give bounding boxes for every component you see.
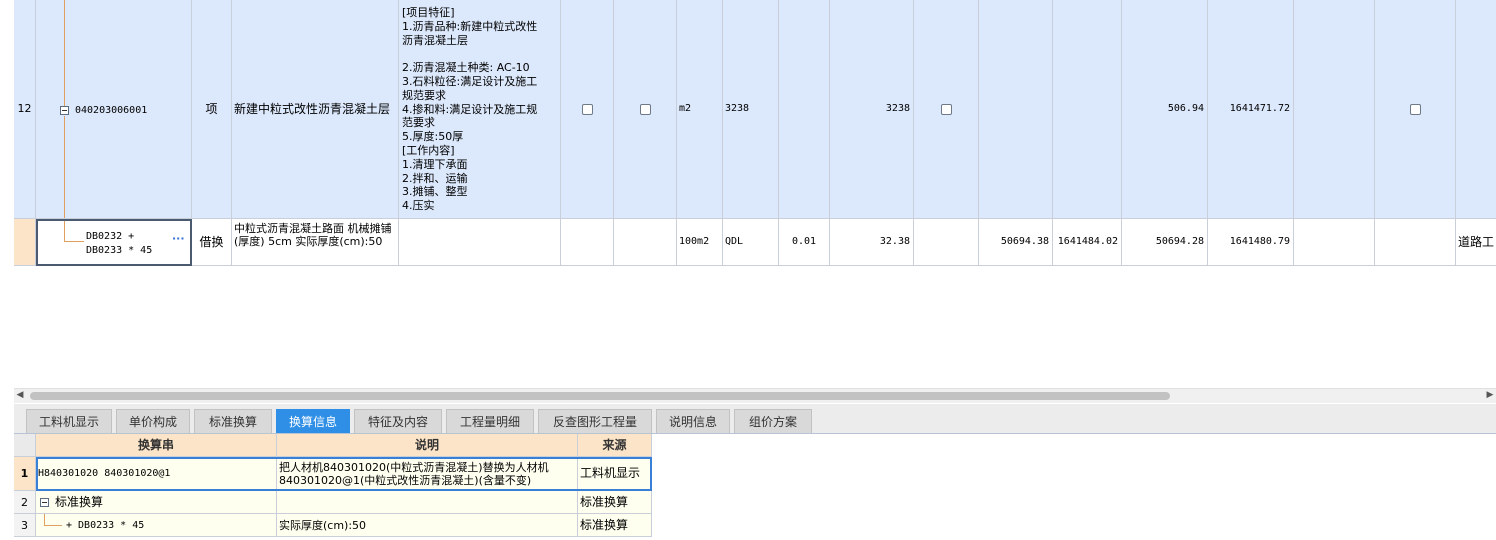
item-code: 040203006001	[75, 105, 148, 116]
collapse-icon[interactable]	[60, 106, 69, 115]
sub-conversion: + DB0233 * 45	[66, 519, 145, 531]
price-cell: 50694.38	[979, 219, 1053, 266]
conversion-desc[interactable]: 实际厚度(cm):50	[277, 514, 578, 537]
conversion-string[interactable]: H840301020 840301020@1	[36, 457, 277, 491]
conversion-source[interactable]: 标准换算	[578, 491, 652, 514]
feature-line: 1.清理下承面	[402, 157, 468, 171]
feature-line: 规范要求	[402, 88, 446, 102]
collapse-icon[interactable]	[40, 497, 49, 507]
name-cell[interactable]: 新建中粒式改性沥青混凝土层	[232, 0, 399, 219]
features-cell[interactable]	[399, 219, 561, 266]
tab-standard-conversion[interactable]: 标准换算	[194, 409, 272, 433]
row-number	[14, 219, 36, 266]
conversion-grid: 换算串 说明 来源 1 H840301020 840301020@1 把人材机8…	[14, 434, 654, 540]
feature-line: 2.沥青混凝土种类: AC-10	[402, 61, 530, 75]
profession-cell: 道路工	[1456, 219, 1496, 266]
total-cell	[1053, 0, 1122, 219]
horizontal-scrollbar[interactable]: ◀ ▶	[14, 388, 1496, 403]
conversion-source[interactable]: 标准换算	[578, 514, 652, 537]
category-cell: 借换	[192, 219, 232, 266]
scroll-left-icon[interactable]: ◀	[14, 390, 26, 400]
category-cell: 项	[192, 0, 232, 219]
features-list: [项目特征] 1.沥青品种:新建中粒式改性 沥青混凝土层 2.沥青混凝土种类: AC-…	[402, 6, 560, 213]
feature-line: [项目特征]	[402, 6, 455, 19]
code-cell[interactable]: 040203006001	[36, 0, 192, 219]
code-line-2: DB0233 * 45	[86, 245, 153, 256]
content-cell[interactable]	[779, 0, 830, 219]
total-price-cell: 1641480.79	[1208, 219, 1294, 266]
row-number: 2	[14, 491, 36, 514]
tab-reverse-lookup[interactable]: 反查图形工程量	[538, 409, 652, 433]
scrollbar-thumb[interactable]	[30, 392, 1170, 400]
tab-pricing-plan[interactable]: 组价方案	[734, 409, 812, 433]
features-cell[interactable]: [项目特征] 1.沥青品种:新建中粒式改性 沥青混凝土层 2.沥青混凝土种类: AC-…	[399, 0, 561, 219]
empty-cell	[561, 219, 614, 266]
unit-price-cell: 506.94	[1122, 0, 1208, 219]
group-label: 标准换算	[55, 494, 104, 509]
unit-cell[interactable]: 100m2	[677, 219, 723, 266]
empty-cell	[914, 219, 979, 266]
total-price-cell: 1641471.72	[1208, 0, 1294, 219]
checkbox-cell[interactable]	[1375, 0, 1456, 219]
quantity-expr-cell[interactable]: QDL	[723, 219, 779, 266]
checkbox[interactable]	[1409, 103, 1421, 115]
project-grid: 12 040203006001 项 新建中粒式改性沥青混凝土层 [项目特征] 1.…	[0, 0, 1496, 388]
conversion-string[interactable]: 标准换算	[36, 491, 277, 514]
column-header-string: 换算串	[36, 434, 277, 457]
tab-features[interactable]: 特征及内容	[354, 409, 442, 433]
empty-cell	[1294, 0, 1375, 219]
empty-cell	[1375, 219, 1456, 266]
column-header-desc: 说明	[277, 434, 578, 457]
quantity-cell[interactable]: 32.38	[830, 219, 914, 266]
unit-price-cell: 50694.28	[1122, 219, 1208, 266]
conversion-string[interactable]: + DB0233 * 45	[36, 514, 277, 537]
checkbox[interactable]	[639, 103, 651, 115]
feature-line: 1.沥青品种:新建中粒式改性	[402, 19, 538, 33]
tab-labor-material[interactable]: 工料机显示	[26, 409, 112, 433]
quantity-expr-cell[interactable]: 3238	[723, 0, 779, 219]
feature-line: [工作内容]	[402, 143, 455, 157]
tab-unit-price[interactable]: 单价构成	[116, 409, 190, 433]
total-cell: 1641484.02	[1053, 219, 1122, 266]
conversion-source[interactable]: 工料机显示	[578, 457, 652, 491]
checkbox[interactable]	[581, 103, 593, 115]
price-cell	[979, 0, 1053, 219]
feature-line: 范要求	[402, 116, 435, 130]
feature-line	[402, 47, 560, 61]
empty-cell	[1294, 219, 1375, 266]
corner-cell	[14, 434, 36, 457]
code-line-1: DB0232 +	[86, 231, 135, 242]
quantity-cell[interactable]: 3238	[830, 0, 914, 219]
more-button[interactable]: ···	[172, 232, 185, 246]
tab-description[interactable]: 说明信息	[656, 409, 730, 433]
conversion-desc[interactable]	[277, 491, 578, 514]
feature-line: 4.压实	[402, 199, 435, 213]
row-number: 3	[14, 514, 36, 537]
conversion-desc[interactable]: 把人材机840301020(中粒式沥青混凝土)替换为人材机840301020@1…	[277, 457, 578, 491]
checkbox-cell[interactable]	[614, 0, 677, 219]
content-cell[interactable]: 0.01	[779, 219, 830, 266]
feature-line: 5.厚度:50厚	[402, 130, 464, 144]
checkbox-cell[interactable]	[561, 0, 614, 219]
unit-cell[interactable]: m2	[677, 0, 723, 219]
feature-line: 4.掺和料:满足设计及施工规	[402, 102, 538, 116]
tab-conversion-info[interactable]: 换算信息	[276, 409, 350, 433]
name-cell[interactable]: 中粒式沥青混凝土路面 机械摊铺(厚度) 5cm 实际厚度(cm):50	[232, 219, 399, 266]
checkbox-cell[interactable]	[914, 0, 979, 219]
tab-quantity-detail[interactable]: 工程量明细	[446, 409, 534, 433]
row-number: 12	[14, 0, 36, 219]
code-cell[interactable]: DB0232 + DB0233 * 45 ···	[36, 219, 192, 266]
empty-cell	[614, 219, 677, 266]
column-header-source: 来源	[578, 434, 652, 457]
feature-line: 2.拌和、运输	[402, 171, 468, 185]
detail-tab-bar: 工料机显示 单价构成 标准换算 换算信息 特征及内容 工程量明细 反查图形工程量…	[14, 404, 1496, 434]
feature-line: 3.摊铺、整型	[402, 185, 468, 199]
feature-line: 3.石料粒径:满足设计及施工	[402, 74, 538, 88]
scroll-right-icon[interactable]: ▶	[1484, 390, 1496, 400]
checkbox[interactable]	[940, 103, 952, 115]
feature-line: 沥青混凝土层	[402, 33, 468, 47]
row-number: 1	[14, 457, 36, 491]
profession-cell	[1456, 0, 1496, 219]
